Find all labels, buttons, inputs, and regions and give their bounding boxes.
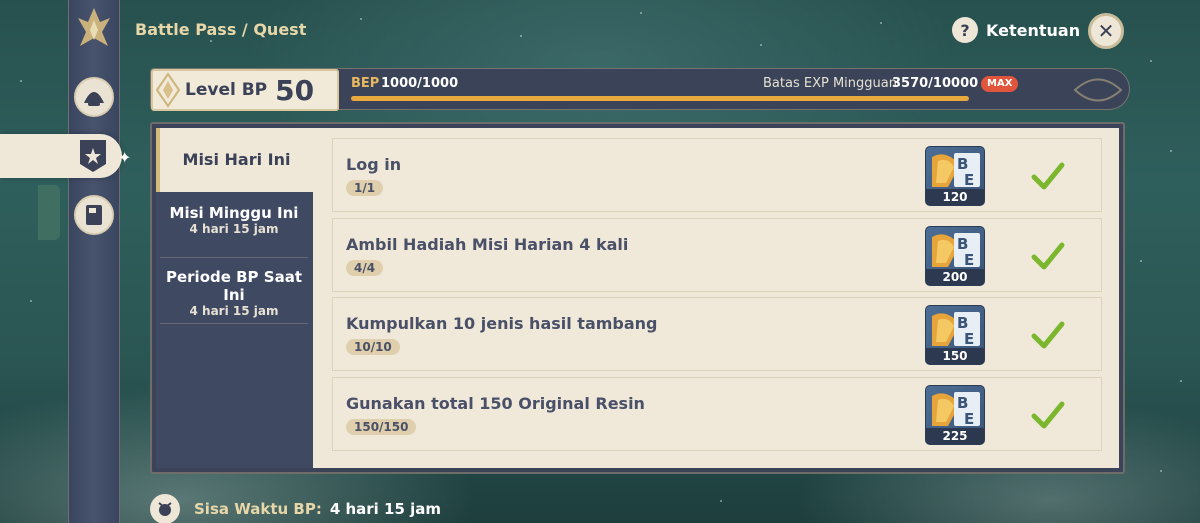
quest-progress: 1/1: [346, 180, 384, 196]
checkmark-icon: [1031, 242, 1065, 270]
bep-value: 1000/1000: [381, 76, 459, 91]
checkmark-icon: [1031, 321, 1065, 349]
tab-sidebar: Misi Minggu Ini 4 hari 15 jam Periode BP…: [156, 192, 313, 468]
shell-icon: [84, 92, 104, 106]
checkmark-icon: [1031, 401, 1065, 429]
tab-period-timer: 4 hari 15 jam: [189, 304, 279, 318]
bp-timer-label: Sisa Waktu BP:: [194, 500, 322, 518]
tab-daily[interactable]: Misi Hari Ini: [156, 128, 313, 192]
quest-progress: 4/4: [346, 260, 384, 276]
bp-timer: Sisa Waktu BP: 4 hari 15 jam: [150, 494, 441, 523]
svg-text:E: E: [964, 171, 974, 189]
ornament-icon: [1073, 78, 1123, 102]
breadcrumb: Battle Pass / Quest: [135, 20, 307, 39]
level-bar: Level BP 50 BEP 1000/1000 Batas EXP Ming…: [150, 68, 1130, 111]
rail-edge-tab[interactable]: [38, 185, 60, 240]
bp-exp-reward[interactable]: B E 225: [925, 385, 985, 445]
max-badge: MAX: [981, 76, 1019, 92]
level-emblem-icon: [155, 72, 181, 108]
book-icon: [86, 205, 102, 225]
quest-panel: Misi Hari Ini Misi Minggu Ini 4 hari 15 …: [150, 122, 1125, 474]
bp-exp-icon: BE: [932, 392, 980, 428]
weekly-exp-value: 3570/10000: [892, 76, 979, 91]
rules-button[interactable]: ? Ketentuan: [952, 17, 1080, 43]
bep-progress-track: [351, 96, 969, 101]
quest-row[interactable]: Ambil Hadiah Misi Harian 4 kali 4/4 B E 200: [332, 218, 1102, 292]
level-box: Level BP 50: [151, 69, 339, 111]
reward-count: 120: [926, 189, 984, 205]
close-button[interactable]: ✕: [1088, 13, 1124, 49]
level-value: 50: [275, 73, 315, 107]
quest-title: Kumpulkan 10 jenis hasil tambang: [346, 314, 658, 333]
hourglass-icon: [150, 494, 180, 523]
weekly-exp-label: Batas EXP Mingguan: [763, 76, 897, 91]
bp-exp-icon: BE: [932, 153, 980, 189]
sparkle-icon: ✦: [118, 148, 132, 167]
bp-exp-reward[interactable]: B E 200: [925, 226, 985, 286]
level-label: Level BP: [185, 80, 268, 100]
close-icon: ✕: [1097, 19, 1115, 43]
rail-shell-button[interactable]: [74, 77, 114, 117]
svg-text:E: E: [964, 330, 974, 348]
quest-row[interactable]: Kumpulkan 10 jenis hasil tambang 10/10 B E 1…: [332, 297, 1102, 371]
quest-progress: 10/10: [346, 339, 400, 355]
bp-exp-icon: BE: [932, 312, 980, 348]
tab-weekly-label: Misi Minggu Ini: [169, 204, 299, 222]
reward-count: 225: [926, 428, 984, 444]
checkmark-icon: [1031, 162, 1065, 190]
quest-title: Ambil Hadiah Misi Harian 4 kali: [346, 235, 629, 254]
battle-pass-icon: [80, 140, 106, 172]
reward-count: 200: [926, 269, 984, 285]
tab-weekly[interactable]: Misi Minggu Ini 4 hari 15 jam: [160, 204, 308, 258]
quest-row[interactable]: Gunakan total 150 Original Resin 150/150 B…: [332, 377, 1102, 451]
quest-row[interactable]: Log in 1/1 B E 120: [332, 138, 1102, 212]
question-icon: ?: [952, 17, 978, 43]
rail-book-button[interactable]: [74, 195, 114, 235]
quest-title: Gunakan total 150 Original Resin: [346, 394, 645, 413]
paimon-emblem-icon: [78, 8, 110, 46]
bp-timer-value: 4 hari 15 jam: [329, 500, 442, 518]
quest-panel-inner: Misi Hari Ini Misi Minggu Ini 4 hari 15 …: [156, 128, 1119, 468]
bp-exp-reward[interactable]: B E 120: [925, 146, 985, 206]
quest-progress: 150/150: [346, 419, 417, 435]
bp-exp-reward[interactable]: B E 150: [925, 305, 985, 365]
quest-title: Log in: [346, 155, 402, 174]
tab-weekly-timer: 4 hari 15 jam: [189, 222, 279, 236]
rules-label: Ketentuan: [986, 20, 1081, 40]
tab-daily-label: Misi Hari Ini: [182, 150, 291, 169]
svg-text:E: E: [964, 251, 974, 269]
reward-count: 150: [926, 348, 984, 364]
bp-exp-icon: BE: [932, 233, 980, 269]
tab-period[interactable]: Periode BP Saat Ini 4 hari 15 jam: [160, 266, 308, 324]
tab-period-label: Periode BP Saat Ini: [165, 268, 302, 304]
svg-text:E: E: [964, 410, 974, 428]
bep-progress-fill: [351, 96, 969, 101]
bep-label: BEP: [351, 76, 380, 91]
